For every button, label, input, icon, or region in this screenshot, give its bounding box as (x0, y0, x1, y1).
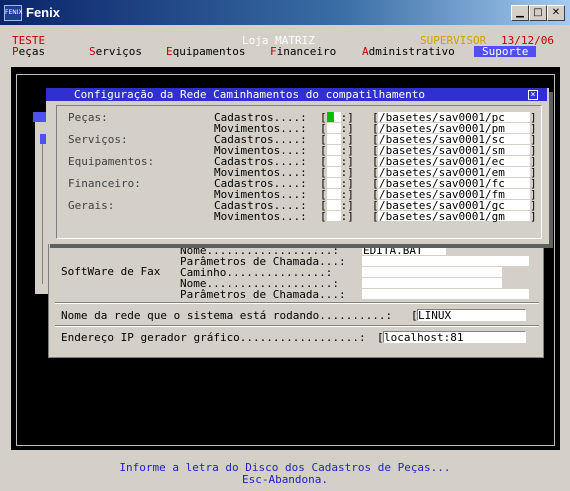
window-titlebar[interactable] (0, 0, 570, 25)
separator (55, 325, 539, 327)
app-icon: FENIX (4, 5, 23, 21)
menu-equipamentos[interactable]: Equipamentos (166, 46, 245, 57)
fax-path-field[interactable] (362, 267, 502, 277)
group-servicos-label: Serviços: (68, 133, 128, 146)
network-value: LINUX (418, 309, 452, 322)
fax-params2-label: Parâmetros de Chamada...: (180, 288, 346, 301)
window-title: Fenix (26, 5, 60, 20)
software-fax-label: SoftWare de Fax (61, 265, 161, 278)
dialog-titlebar: Configuração da Rede Caminhamentos do co… (46, 88, 547, 101)
path-value: /basetes/sav0001/gm (379, 210, 505, 223)
group-equipamentos-label: Equipamentos: (68, 155, 155, 168)
fax-params-field[interactable] (362, 256, 529, 266)
menu-pecas[interactable]: Peças (12, 46, 45, 57)
fax-name2-field[interactable] (362, 278, 502, 288)
close-button[interactable]: ✕ (547, 5, 565, 21)
menu-administrativo[interactable]: Administrativo (362, 46, 455, 57)
network-label: Nome da rede que o sistema está rodando.… (61, 309, 393, 322)
ip-value: localhost:81 (384, 331, 464, 344)
status-line-1: Informe a letra do Disco dos Cadastros d… (119, 461, 451, 474)
status-line-2: Esc-Abandona. (241, 473, 329, 486)
menu-financeiro[interactable]: Financeiro (270, 46, 336, 57)
fax-name-value: EDITA.BAT (363, 244, 423, 257)
path-bracket: ] (530, 210, 537, 223)
dialog-close-icon[interactable]: × (528, 90, 538, 100)
fax-params2-field[interactable] (362, 289, 529, 299)
maximize-button[interactable]: □ (529, 5, 547, 21)
group-gerais-label: Gerais: (68, 199, 115, 212)
group-pecas-label: Peças: (68, 111, 108, 124)
row-label: Movimentos...: (214, 210, 307, 223)
separator (55, 302, 539, 304)
minimize-button[interactable]: ▁ (511, 5, 529, 21)
dialog-title: Configuração da Rede Caminhamentos do co… (74, 88, 425, 101)
group-financeiro-label: Financeiro: (68, 177, 141, 190)
ip-label: Endereço IP gerador gráfico.............… (61, 331, 366, 344)
menu-servicos[interactable]: Serviços (89, 46, 142, 57)
drive-letter-field[interactable]: [:] (320, 211, 354, 222)
menu-suporte[interactable]: Suporte (474, 46, 537, 57)
